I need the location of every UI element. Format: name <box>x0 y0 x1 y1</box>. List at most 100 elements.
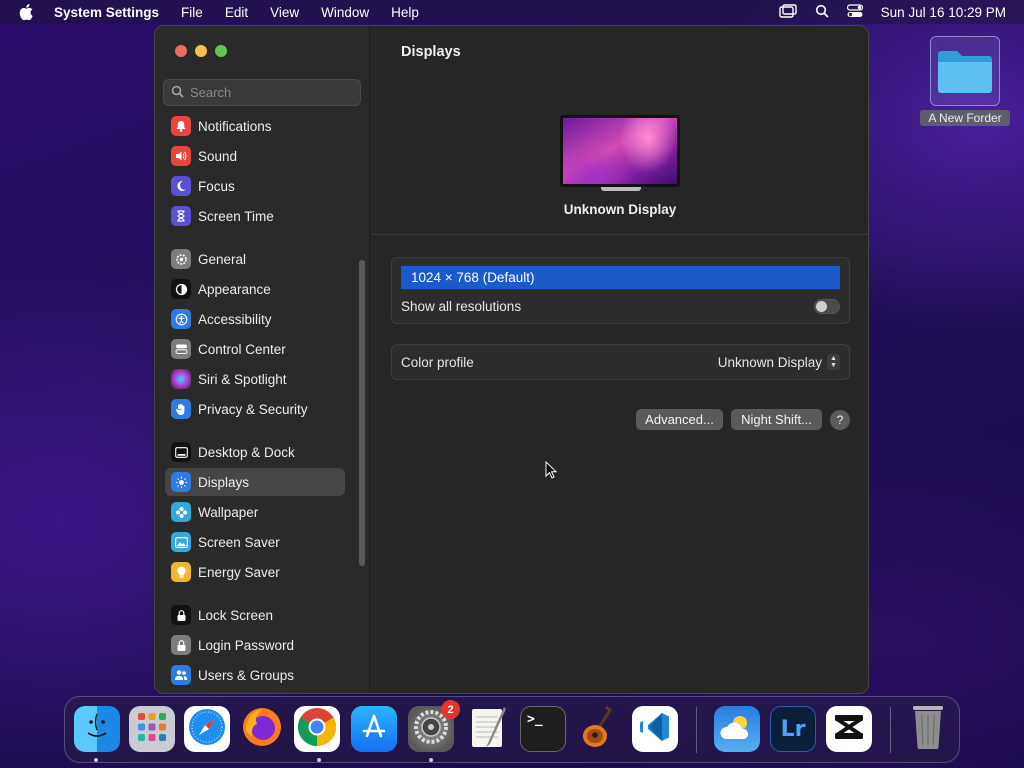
dock-textedit[interactable] <box>465 706 511 752</box>
close-window-button[interactable] <box>175 45 187 57</box>
menu-clock[interactable]: Sun Jul 16 10:29 PM <box>881 5 1006 20</box>
color-profile-value: Unknown Display <box>717 354 822 370</box>
users-icon <box>171 665 191 685</box>
dock-finder[interactable] <box>74 706 120 752</box>
dock-firefox[interactable] <box>239 706 285 752</box>
dock-weather[interactable] <box>714 706 760 752</box>
dock-separator <box>696 707 697 753</box>
control-center-icon[interactable] <box>846 3 863 21</box>
launchpad-icon <box>135 710 169 748</box>
screensaver-icon <box>171 532 191 552</box>
zoom-window-button[interactable] <box>215 45 227 57</box>
dock-icon <box>171 442 191 462</box>
dock-launchpad[interactable] <box>129 706 175 752</box>
menu-app-name[interactable]: System Settings <box>52 5 170 20</box>
sidebar-item-siri-spotlight[interactable]: Siri & Spotlight <box>165 365 345 393</box>
lock-icon <box>171 605 191 625</box>
sidebar-item-label: Control Center <box>198 341 286 357</box>
running-indicator <box>429 758 433 762</box>
sidebar-item-label: Siri & Spotlight <box>198 371 287 387</box>
dock-capcut[interactable] <box>826 706 872 752</box>
search-input[interactable] <box>190 85 350 100</box>
appearance-icon <box>171 279 191 299</box>
dock-trash[interactable] <box>905 706 951 752</box>
desktop-folder[interactable]: A New Forder <box>920 36 1010 126</box>
sidebar-item-privacy-security[interactable]: Privacy & Security <box>165 395 345 423</box>
sidebar-item-users-groups[interactable]: Users & Groups <box>165 661 345 689</box>
sidebar-item-wallpaper[interactable]: Wallpaper <box>165 498 345 526</box>
sidebar-item-sound[interactable]: Sound <box>165 142 345 170</box>
color-profile-label: Color profile <box>401 355 474 370</box>
dock-vscode[interactable] <box>632 706 678 752</box>
sidebar-item-appearance[interactable]: Appearance <box>165 275 345 303</box>
trash-icon <box>910 704 946 754</box>
sidebar: Notifications Sound Focus Screen Time <box>155 26 370 693</box>
sidebar-item-general[interactable]: General <box>165 245 345 273</box>
display-thumbnail[interactable] <box>560 115 682 195</box>
color-profile-select[interactable]: Unknown Display ▲ ▼ <box>718 354 840 370</box>
minimize-window-button[interactable] <box>195 45 207 57</box>
resolution-label: 1024 × 768 (Default) <box>411 270 535 285</box>
screen-mirroring-icon[interactable] <box>778 3 797 21</box>
dock-app-store[interactable] <box>351 706 397 752</box>
dock-safari[interactable] <box>184 706 230 752</box>
menu-help[interactable]: Help <box>380 5 430 20</box>
menu-view[interactable]: View <box>259 5 310 20</box>
mouse-cursor-icon <box>545 460 558 482</box>
sidebar-item-label: Screen Time <box>198 208 274 224</box>
sidebar-item-label: Sound <box>198 148 238 164</box>
sidebar-item-lock-screen[interactable]: Lock Screen <box>165 601 345 629</box>
search-field[interactable] <box>163 79 361 106</box>
show-all-resolutions-toggle[interactable] <box>814 299 840 314</box>
folder-label: A New Forder <box>920 110 1010 126</box>
dock-lightroom[interactable]: Lr <box>770 706 816 752</box>
firefox-icon <box>241 706 283 752</box>
displays-pane: Displays Unknown Display 1024 × 768 (Def… <box>371 26 868 693</box>
sidebar-item-label: General <box>198 251 247 267</box>
dock-system-settings[interactable]: 2 <box>408 700 460 752</box>
sidebar-item-login-password[interactable]: Login Password <box>165 631 345 659</box>
dock-garageband[interactable] <box>575 705 621 752</box>
toggle-knob <box>816 301 827 312</box>
apple-menu-icon[interactable] <box>0 4 52 20</box>
sidebar-item-label: Login Password <box>198 637 295 653</box>
sidebar-item-desktop-dock[interactable]: Desktop & Dock <box>165 438 345 466</box>
sidebar-item-label: Appearance <box>198 281 271 297</box>
night-shift-button[interactable]: Night Shift... <box>731 409 822 430</box>
sidebar-scrollbar[interactable] <box>359 260 365 566</box>
capcut-icon <box>833 713 865 745</box>
dock-chrome[interactable] <box>294 706 340 752</box>
vscode-icon <box>638 710 672 748</box>
sidebar-item-screen-saver[interactable]: Screen Saver <box>165 528 345 556</box>
speaker-icon <box>171 146 191 166</box>
sidebar-item-control-center[interactable]: Control Center <box>165 335 345 363</box>
color-profile-group: Color profile Unknown Display ▲ ▼ <box>391 344 850 380</box>
spotlight-search-icon[interactable] <box>815 4 829 21</box>
sidebar-item-screen-time[interactable]: Screen Time <box>165 202 345 230</box>
sidebar-item-label: Accessibility <box>198 311 272 327</box>
sidebar-item-energy-saver[interactable]: Energy Saver <box>165 558 345 586</box>
dock-terminal[interactable]: >_ <box>520 706 566 752</box>
menu-file[interactable]: File <box>170 5 214 20</box>
siri-icon <box>171 369 191 389</box>
advanced-button[interactable]: Advanced... <box>636 409 723 430</box>
display-name: Unknown Display <box>563 202 677 217</box>
sidebar-item-notifications[interactable]: Notifications <box>165 112 345 140</box>
menu-window[interactable]: Window <box>310 5 380 20</box>
accessibility-icon <box>171 309 191 329</box>
sidebar-item-label: Desktop & Dock <box>198 444 295 460</box>
sidebar-item-label: Users & Groups <box>198 667 295 683</box>
hourglass-icon <box>171 206 191 226</box>
lightroom-icon: Lr <box>780 716 806 742</box>
search-icon <box>171 85 184 101</box>
sidebar-item-accessibility[interactable]: Accessibility <box>165 305 345 333</box>
resolution-option-selected[interactable]: 1024 × 768 (Default) <box>401 266 840 289</box>
sidebar-item-displays[interactable]: Displays <box>165 468 345 496</box>
display-stand <box>601 187 641 191</box>
bell-icon <box>171 116 191 136</box>
help-button[interactable]: ? <box>830 410 850 430</box>
sidebar-item-focus[interactable]: Focus <box>165 172 345 200</box>
dock: 2 >_ Lr <box>64 696 960 763</box>
sidebar-item-label: Displays <box>198 474 250 490</box>
menu-edit[interactable]: Edit <box>214 5 259 20</box>
